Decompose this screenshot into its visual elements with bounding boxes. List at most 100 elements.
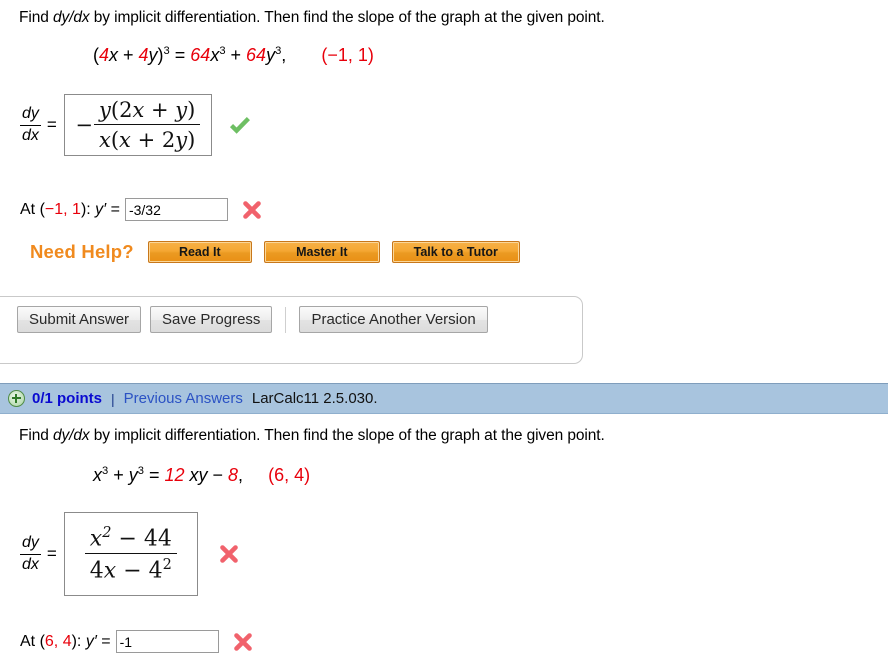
save-progress-button[interactable]: Save Progress (150, 306, 273, 333)
eq2-coef-12: 12 (164, 465, 185, 485)
eq2-xy: xy (184, 465, 208, 485)
eq2-plus: + (108, 465, 129, 485)
num-x: x (132, 98, 145, 122)
eq2-minus: − (207, 465, 229, 485)
at2-suffix: ): (71, 632, 86, 650)
dydx2-numerator: dy (22, 533, 39, 551)
problem-1-answer-expression: − y(2x + y) x(x + 2y) (75, 98, 201, 152)
dydx-denominator: dx (22, 126, 39, 144)
dydx2-bar (20, 553, 41, 555)
at-point-sep: , (63, 200, 73, 218)
answer-denominator: x(x + 2y) (94, 125, 200, 152)
x-mark-icon-2 (218, 543, 240, 565)
answer-negative-sign: − (75, 113, 93, 137)
points-label: 0/1 points (32, 390, 103, 407)
dydx2-denominator: dx (22, 555, 39, 573)
problem-2-prompt: Find dy/dx by implicit differentiation. … (19, 427, 605, 445)
eq-plus-2: + (225, 45, 247, 65)
at2-yprime: y′ (85, 632, 97, 650)
answer-fraction: y(2x + y) x(x + 2y) (93, 98, 201, 152)
eq-rhs-x: x (210, 45, 220, 65)
at-suffix: ): (80, 200, 96, 218)
num2-44: 44 (143, 526, 172, 551)
previous-answers-link[interactable]: Previous Answers (124, 390, 243, 407)
derivative-equals-sign: = (46, 115, 57, 134)
eq2-const-8: 8 (228, 465, 239, 485)
problem-2-at-label: At (6, 4): y′ = (20, 633, 111, 651)
problem-2-derivative-row: dy dx = x2 − 44 4x − 42 (20, 512, 240, 596)
den2-4b: 4 (148, 558, 163, 584)
den-y: y (175, 128, 188, 152)
den2-4: 4 (89, 558, 104, 584)
talk-to-a-tutor-button[interactable]: Talk to a Tutor (391, 241, 520, 263)
at2-prefix: At ( (20, 632, 45, 650)
den2-minus: − (116, 558, 149, 584)
eq2-comma: , (238, 465, 244, 485)
at2-point-y: 4 (62, 632, 72, 650)
prompt-text-a: Find (19, 9, 53, 26)
question-id-label: LarCalc11 2.5.030. (251, 390, 378, 407)
dydx-label: dy dx (20, 104, 41, 145)
submit-answer-button[interactable]: Submit Answer (17, 306, 142, 333)
num-y: y (98, 98, 111, 122)
plus-circle-icon[interactable] (8, 390, 25, 407)
dydx-label-2: dy dx (20, 533, 41, 574)
prompt2-text-b: by implicit differentiation. Then find t… (89, 427, 605, 444)
eq2-x: x (93, 465, 102, 485)
eq-var-x: x (109, 45, 119, 65)
read-it-button[interactable]: Read It (147, 241, 252, 263)
eq-coef-64a: 64 (190, 45, 211, 65)
x-mark-icon (241, 199, 263, 221)
den-x: x (99, 128, 111, 152)
eq-equals: = (169, 45, 191, 65)
answer2-fraction: x2 − 44 4x − 42 (84, 525, 177, 583)
practice-another-version-button[interactable]: Practice Another Version (299, 306, 488, 333)
problem-1-at-label: At (−1, 1): y′ = (20, 201, 120, 219)
problem-2-slope-input[interactable] (115, 630, 219, 653)
den-plus: + (130, 128, 162, 152)
master-it-button[interactable]: Master It (263, 241, 380, 263)
checkmark-icon (228, 113, 252, 137)
problem-2-header-bar: 0/1 points | Previous Answers LarCalc11 … (0, 383, 888, 414)
num-open-paren: ( (110, 98, 120, 122)
den-open-paren: ( (110, 128, 120, 152)
eq-plus-1: + (118, 45, 139, 65)
eq-var-y: y (148, 45, 158, 65)
problem-1-answer-box[interactable]: − y(2x + y) x(x + 2y) (63, 94, 212, 156)
eq2-given-point: (6, 4) (268, 465, 311, 485)
at-point-y: 1 (72, 200, 81, 218)
num-y2: y (175, 98, 188, 122)
submit-button-row: Submit Answer Save Progress Practice Ano… (17, 306, 488, 333)
prompt2-text-a: Find (19, 427, 53, 444)
need-help-label: Need Help? (30, 241, 134, 262)
prompt-text-b: by implicit differentiation. Then find t… (89, 9, 605, 26)
eq2-y: y (128, 465, 138, 485)
num2-x: x (89, 526, 103, 551)
answer-numerator: y(2x + y) (94, 98, 200, 124)
problem-1-slope-input[interactable] (124, 198, 228, 221)
den-close-paren: ) (187, 128, 196, 152)
problem-2-answer-box[interactable]: x2 − 44 4x − 42 (63, 512, 198, 596)
answer2-denominator: 4x − 42 (85, 554, 177, 583)
at2-equals: = (96, 632, 111, 650)
problem-1-at-row: At (−1, 1): y′ = (20, 198, 263, 221)
num-close-paren: ) (187, 98, 196, 122)
den2-x: x (103, 558, 117, 584)
button-divider (285, 306, 287, 333)
x-mark-icon-3 (232, 631, 254, 653)
eq-rhs-y: y (266, 45, 276, 65)
eq-given-point: (−1, 1) (321, 45, 374, 65)
header-divider: | (111, 390, 115, 407)
problem-2-at-row: At (6, 4): y′ = (20, 630, 254, 653)
dydx-numerator: dy (22, 104, 39, 122)
derivative-2-equals-sign: = (46, 544, 57, 563)
eq-coef-4a: 4 (99, 45, 110, 65)
den-x2: x (119, 128, 131, 152)
eq-coef-64b: 64 (246, 45, 267, 65)
dydx-bar (20, 124, 41, 126)
eq-comma: , (281, 45, 287, 65)
problem-1-derivative-row: dy dx = − y(2x + y) x(x + 2y) (20, 94, 252, 156)
at-yprime: y′ (95, 200, 107, 218)
den-2: 2 (161, 128, 176, 152)
at-prefix: At ( (20, 200, 45, 218)
